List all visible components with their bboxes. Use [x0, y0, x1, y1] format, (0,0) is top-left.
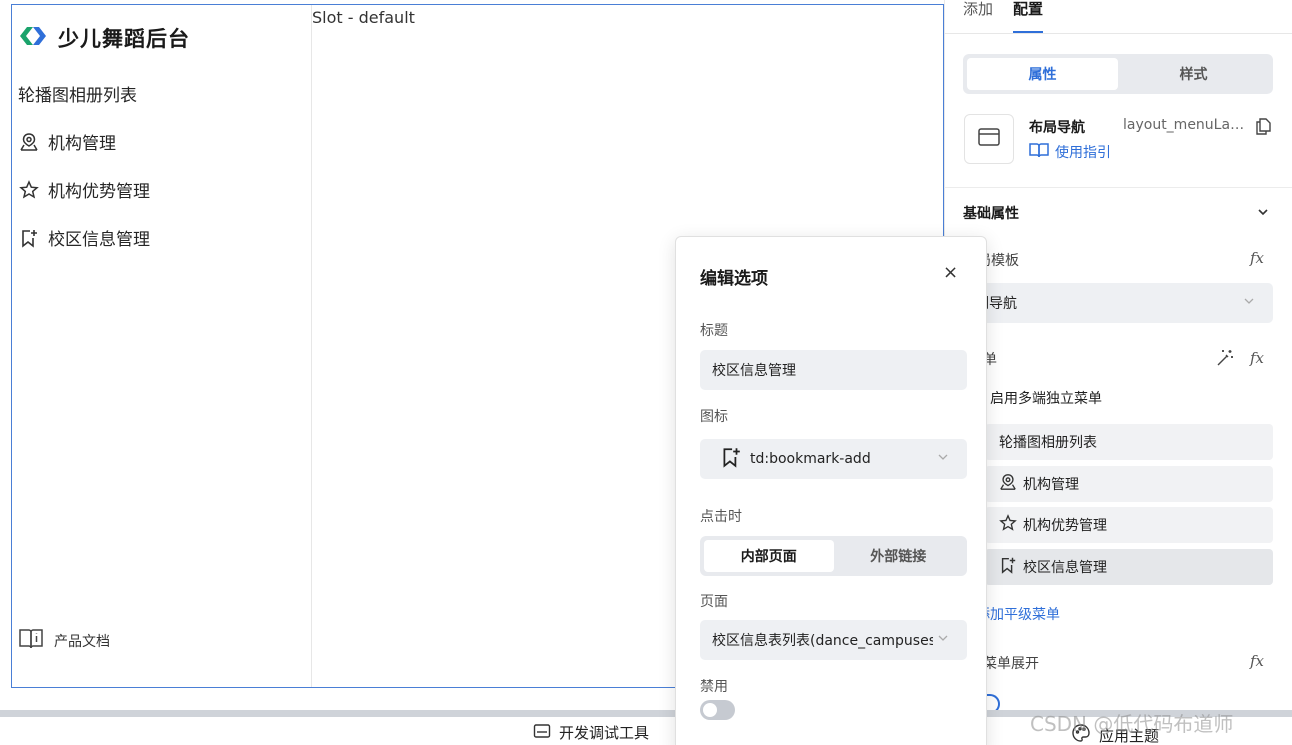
disabled-field-label: 禁用 [700, 679, 728, 695]
nav-item-label: 机构管理 [48, 134, 116, 154]
title-input[interactable]: 校区信息管理 [700, 350, 967, 390]
basic-props-title: 基础属性 [963, 206, 1019, 222]
menu-config-item-selected[interactable]: 校区信息管理 [985, 549, 1273, 585]
nav-item-campus[interactable]: 校区信息管理 [18, 225, 150, 250]
multi-menu-checkbox[interactable]: 启用多端独立菜单 [976, 388, 1102, 408]
page-select[interactable]: 校区信息表列表(dance_campuses [700, 620, 967, 660]
component-icon [964, 114, 1014, 164]
menu-config-label: 机构管理 [1023, 477, 1079, 493]
bookmark-add-icon [999, 556, 1017, 578]
nav-item-label: 轮播图相册列表 [18, 86, 137, 106]
bookmark-add-icon [720, 446, 742, 472]
star-icon [18, 179, 39, 200]
template-select[interactable]: 侧导航 [963, 283, 1273, 323]
bookmark-add-icon [18, 227, 39, 248]
menu-config-item[interactable]: 轮播图相册列表 [985, 424, 1273, 460]
component-name: 布局导航 [1029, 120, 1085, 136]
add-sibling-menu-link[interactable]: 添加平级菜单 [976, 604, 1060, 624]
preview-sidebar [12, 5, 312, 687]
fx-icon[interactable]: fx [1250, 652, 1264, 670]
chevron-down-icon [937, 451, 949, 467]
logo-icon [18, 24, 48, 52]
brand: 少儿舞蹈后台 [18, 23, 190, 53]
tab-add[interactable]: 添加 [963, 0, 993, 33]
book-info-icon [18, 627, 44, 655]
nav-item-org[interactable]: 机构管理 [18, 129, 116, 154]
menu-config-label: 校区信息管理 [1023, 560, 1107, 576]
disabled-switch[interactable] [700, 700, 735, 720]
click-field-label: 点击时 [700, 509, 742, 525]
location-user-icon [18, 131, 39, 152]
nav-item-advantage[interactable]: 机构优势管理 [18, 177, 150, 202]
segment-style[interactable]: 样式 [1118, 58, 1269, 90]
edit-option-popover [675, 236, 987, 745]
icon-field-label: 图标 [700, 409, 728, 425]
open-book-icon [1029, 142, 1049, 162]
popover-title: 编辑选项 [700, 269, 768, 289]
window-icon [533, 723, 551, 743]
switch-knob [703, 703, 717, 717]
tabs-divider [944, 33, 1292, 34]
fx-icon[interactable]: fx [1250, 349, 1264, 367]
title-field-label: 标题 [700, 323, 728, 339]
page-field-label: 页面 [700, 594, 728, 610]
product-docs-link[interactable]: 产品文档 [18, 627, 110, 655]
chevron-down-icon [933, 632, 949, 648]
usage-guide-link[interactable]: 使用指引 [1029, 142, 1111, 162]
multi-menu-label: 启用多端独立菜单 [990, 391, 1102, 407]
chevron-down-icon[interactable] [1256, 205, 1270, 223]
copy-icon[interactable] [1254, 117, 1272, 139]
close-icon[interactable]: × [943, 262, 958, 283]
expand-label: 菜单展开 [983, 656, 1039, 672]
brand-title: 少儿舞蹈后台 [58, 27, 190, 51]
fx-icon[interactable]: fx [1250, 249, 1264, 267]
option-internal-page[interactable]: 内部页面 [704, 540, 834, 572]
nav-item-label: 机构优势管理 [48, 182, 150, 202]
option-external-link[interactable]: 外部链接 [834, 540, 964, 572]
slot-default-label: Slot - default [312, 8, 415, 27]
panel-tabs: 添加 配置 [963, 0, 1044, 33]
layout-window-icon [977, 127, 1001, 151]
menu-config-label: 轮播图相册列表 [999, 435, 1097, 451]
section-divider [944, 187, 1292, 188]
props-style-toggle: 属性 样式 [963, 54, 1273, 94]
menu-config-item[interactable]: 机构优势管理 [985, 507, 1273, 543]
watermark: CSDN @低代码布道师 [1030, 712, 1234, 736]
title-input-value: 校区信息管理 [712, 363, 796, 379]
segment-properties[interactable]: 属性 [967, 58, 1118, 90]
usage-guide-label: 使用指引 [1055, 145, 1111, 161]
star-icon [999, 514, 1017, 536]
menu-config-item[interactable]: 机构管理 [985, 466, 1273, 502]
chevron-down-icon [1243, 295, 1255, 311]
click-action-toggle: 内部页面 外部链接 [700, 536, 967, 576]
page-select-value: 校区信息表列表(dance_campuses [712, 633, 936, 649]
nav-item-label: 校区信息管理 [48, 230, 150, 250]
magic-wand-icon[interactable] [1215, 348, 1235, 372]
product-docs-label: 产品文档 [54, 634, 110, 650]
nav-item-carousel[interactable]: 轮播图相册列表 [18, 81, 137, 106]
icon-select-value: td:bookmark-add [750, 451, 871, 467]
component-id: layout_menuLayout [1123, 117, 1245, 133]
location-user-icon [999, 473, 1017, 495]
icon-select[interactable]: td:bookmark-add [700, 439, 967, 479]
tab-config[interactable]: 配置 [1013, 0, 1044, 33]
dev-tools-button[interactable]: 开发调试工具 [533, 722, 649, 743]
dev-tools-label: 开发调试工具 [559, 724, 650, 742]
menu-config-label: 机构优势管理 [1023, 518, 1107, 534]
